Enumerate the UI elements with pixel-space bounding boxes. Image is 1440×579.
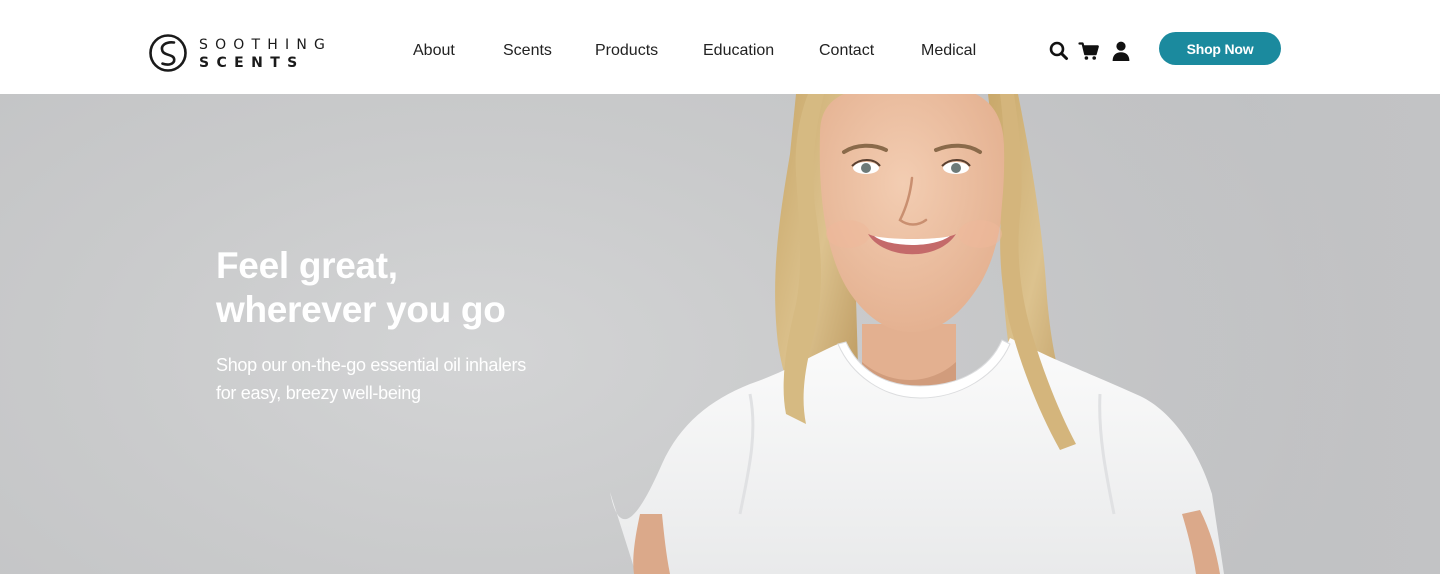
nav-products[interactable]: Products xyxy=(595,40,658,62)
hero-title: Feel great, wherever you go xyxy=(216,244,506,332)
hero-subtitle-line2: for easy, breezy well-being xyxy=(216,383,421,403)
account-button[interactable] xyxy=(1110,40,1132,62)
hero-banner: Feel great, wherever you go Shop our on-… xyxy=(0,94,1440,574)
hero-subtitle-line1: Shop our on-the-go essential oil inhaler… xyxy=(216,355,526,375)
page-bottom-edge xyxy=(0,574,1440,579)
nav-scents[interactable]: Scents xyxy=(503,40,552,62)
nav-education[interactable]: Education xyxy=(703,40,774,62)
hero-title-line2: wherever you go xyxy=(216,289,506,330)
hero-title-line1: Feel great, xyxy=(216,245,398,286)
site-header: SOOTHING SCENTS About Scents Products Ed… xyxy=(0,0,1440,94)
nav-medical[interactable]: Medical xyxy=(921,40,976,62)
user-icon xyxy=(1112,41,1130,61)
hero-subtitle: Shop our on-the-go essential oil inhaler… xyxy=(216,351,526,407)
shop-now-button[interactable]: Shop Now xyxy=(1159,32,1281,65)
cart-button[interactable] xyxy=(1078,40,1100,62)
nav-about[interactable]: About xyxy=(413,40,455,62)
hero-model-photo xyxy=(610,94,1224,574)
cart-icon xyxy=(1078,42,1099,60)
search-icon xyxy=(1049,41,1068,60)
nav-contact[interactable]: Contact xyxy=(819,40,874,62)
search-button[interactable] xyxy=(1048,40,1070,62)
